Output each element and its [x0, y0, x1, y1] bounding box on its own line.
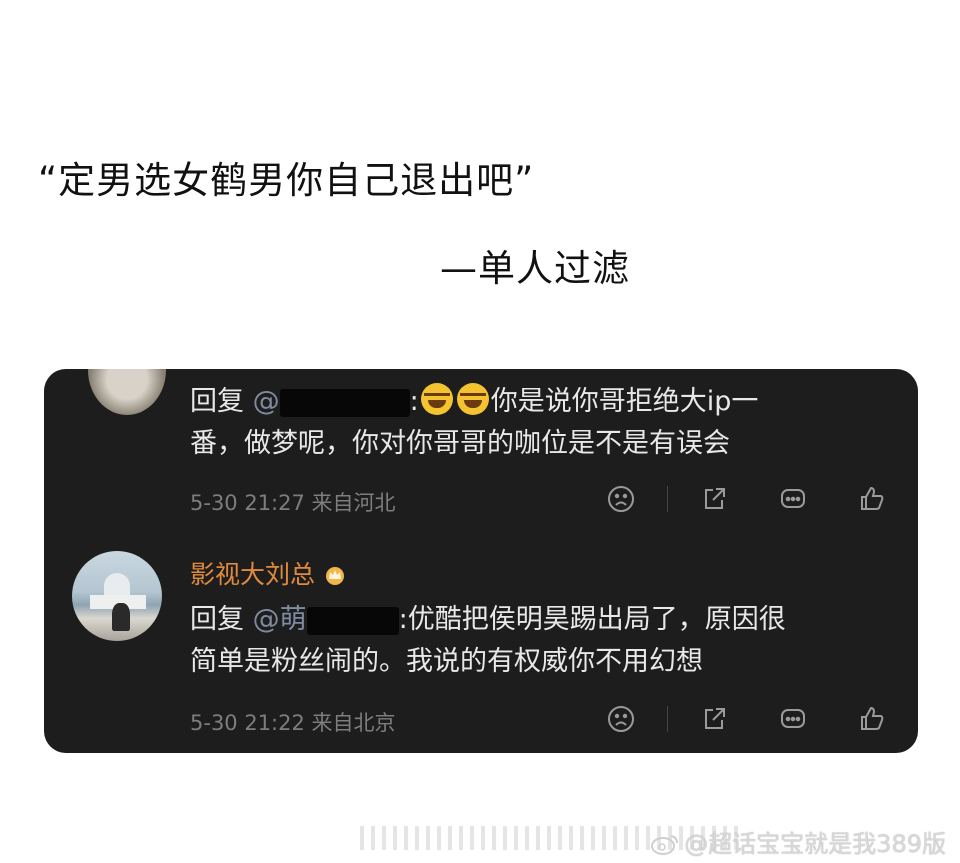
laugh-cry-emoji-icon — [456, 383, 489, 415]
comment-item: 影视大刘总 回复 @萌:优酷把侯明昊踢出局了，原因很 简单是粉丝闹的。我说的有权… — [44, 547, 918, 753]
timestamp: 5-30 21:27 — [190, 491, 305, 515]
comment-meta: 5-30 21:22 来自北京 — [190, 707, 396, 737]
comment-text: 回复 @: 你是说你哥拒绝大ip一 番，做梦呢，你对你哥哥的咖位是不是有误会 — [190, 381, 758, 465]
frown-icon[interactable] — [605, 483, 637, 515]
weibo-logo-icon — [651, 835, 679, 855]
share-icon[interactable] — [698, 483, 730, 515]
quote-title: “定男选女鹤男你自己退出吧” — [38, 159, 535, 202]
mention-colon: : — [409, 386, 419, 417]
laugh-cry-emoji-icon — [420, 383, 453, 415]
location: 来自北京 — [311, 711, 396, 735]
comment-line: 回复 @: 你是说你哥拒绝大ip一 — [190, 381, 758, 423]
comment-item: 回复 @: 你是说你哥拒绝大ip一 番，做梦呢，你对你哥哥的咖位是不是有误会 5-… — [44, 369, 918, 529]
comment-text-line1: 你是说你哥拒绝大ip一 — [490, 386, 759, 417]
username[interactable]: 影视大刘总 — [190, 555, 347, 591]
quote-attribution: —单人过滤 — [440, 247, 630, 290]
share-icon[interactable] — [698, 703, 730, 735]
reply-prefix: 回复 — [190, 386, 244, 417]
mention-colon: : — [398, 604, 408, 635]
location: 来自河北 — [311, 491, 396, 515]
frown-icon[interactable] — [605, 703, 637, 735]
comment-card: 回复 @: 你是说你哥拒绝大ip一 番，做梦呢，你对你哥哥的咖位是不是有误会 5-… — [44, 369, 918, 753]
timestamp: 5-30 21:22 — [190, 711, 305, 735]
mention-link[interactable]: @萌 — [253, 604, 399, 635]
crown-icon — [326, 567, 345, 585]
reply-prefix: 回复 — [190, 604, 244, 635]
comment-meta: 5-30 21:27 来自河北 — [190, 487, 396, 517]
avatar[interactable] — [72, 551, 162, 641]
comment-text: 回复 @萌:优酷把侯明昊踢出局了，原因很 简单是粉丝闹的。我说的有权威你不用幻想 — [190, 599, 786, 683]
mention-link[interactable]: @ — [253, 386, 410, 417]
like-icon[interactable] — [856, 483, 888, 515]
watermark: @超话宝宝就是我389版 — [650, 824, 946, 859]
comment-text-line2: 简单是粉丝闹的。我说的有权威你不用幻想 — [190, 646, 703, 677]
comment-line: 回复 @萌:优酷把侯明昊踢出局了，原因很 — [190, 599, 786, 641]
comment-text-line1: 优酷把侯明昊踢出局了，原因很 — [407, 604, 786, 635]
comment-icon[interactable] — [777, 703, 809, 735]
comment-actions — [605, 703, 888, 735]
comment-text-line2: 番，做梦呢，你对你哥哥的咖位是不是有误会 — [190, 428, 730, 459]
comment-icon[interactable] — [777, 483, 809, 515]
comment-actions — [605, 483, 888, 515]
avatar[interactable] — [88, 369, 166, 415]
like-icon[interactable] — [856, 703, 888, 735]
